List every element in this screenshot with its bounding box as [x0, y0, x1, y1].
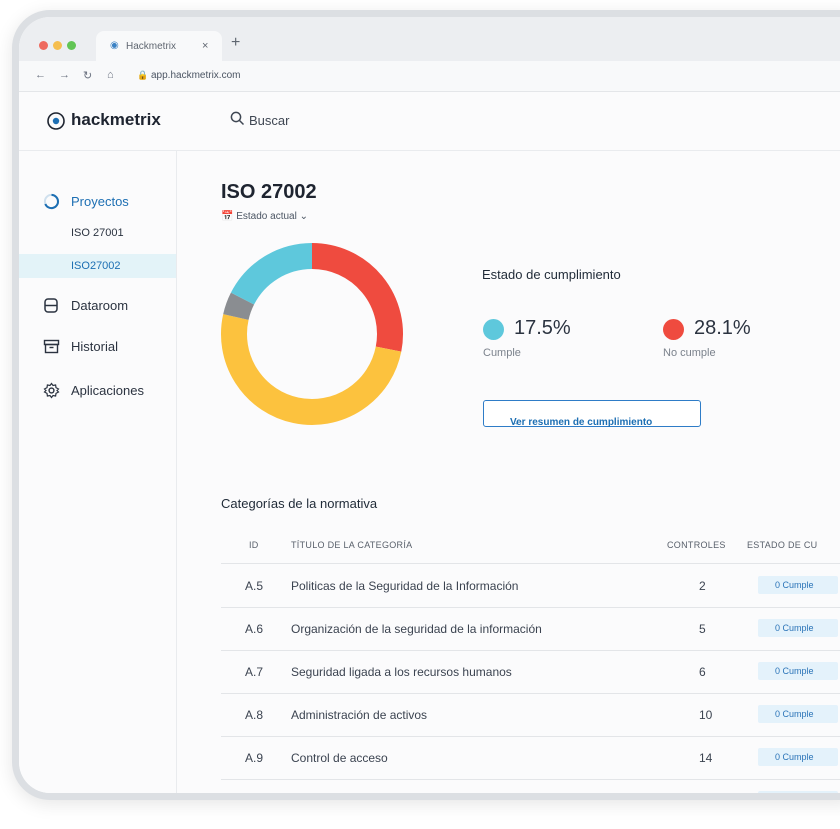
sidebar-item-label: Proyectos	[71, 194, 129, 209]
search-icon[interactable]	[230, 111, 245, 126]
status-badge-label: 0 Cumple	[775, 709, 814, 719]
database-icon	[44, 298, 58, 313]
column-header-title: TÍTULO DE LA CATEGORÍA	[291, 540, 413, 550]
categories-title: Categorías de la normativa	[221, 496, 378, 511]
sidebar-project-iso27002[interactable]: ISO27002	[19, 254, 176, 278]
status-badge: 0 Cumple	[758, 705, 838, 723]
tab-close-icon[interactable]: ×	[202, 40, 208, 52]
state-selector[interactable]: 📅 Estado actual ⌄	[221, 211, 308, 222]
row-id: A.8	[245, 708, 264, 722]
main-content: ISO 27002 📅 Estado actual ⌄ Estado de cu…	[177, 151, 840, 793]
row-id: A.5	[245, 579, 264, 593]
donut-segment-no-cumple	[311, 243, 403, 352]
row-title: Criptografía	[291, 794, 354, 800]
column-header-id: ID	[249, 540, 259, 550]
circle-progress-icon	[43, 193, 60, 210]
table-row[interactable]: A.6 Organización de la seguridad de la in…	[221, 608, 840, 651]
project-label: ISO27002	[71, 260, 121, 272]
state-selector-label: Estado actual	[236, 211, 297, 222]
arrow-right-icon: →	[510, 417, 520, 428]
new-tab-button[interactable]: +	[231, 34, 240, 52]
tab-title: Hackmetrix	[126, 41, 177, 52]
row-id: A.6	[245, 622, 264, 636]
status-badge: 0 Cumple	[758, 748, 838, 766]
back-arrow-icon[interactable]: ←	[35, 69, 46, 81]
status-badge: 0 Cumple	[758, 791, 838, 800]
no-cumple-dot-icon	[663, 319, 684, 340]
row-controls: 6	[699, 665, 706, 679]
sidebar-project-iso27001[interactable]: ISO 27001	[19, 221, 176, 245]
header-divider	[221, 563, 840, 564]
donut-segment-no-aplica	[223, 292, 255, 321]
chevron-down-icon: ⌄	[299, 211, 309, 222]
row-title: Control de acceso	[291, 751, 388, 765]
cumple-dot-icon	[483, 319, 504, 340]
browser-tab-bar: ◉ Hackmetrix × +	[19, 17, 840, 62]
favicon-icon: ◉	[110, 40, 119, 51]
status-badge-label: 0 Cumple	[775, 580, 814, 590]
row-title: Politicas de la Seguridad de la Informac…	[291, 579, 519, 593]
no-cumple-value: 28.1%	[694, 317, 751, 339]
maximize-window-dot[interactable]	[67, 41, 76, 50]
cumple-value: 17.5%	[514, 317, 571, 339]
sidebar-item-label: Dataroom	[71, 298, 129, 313]
table-row[interactable]: A.8 Administración de activos 10 0 Cumple	[221, 694, 840, 737]
row-title: Organización de la seguridad de la infor…	[291, 622, 542, 636]
row-controls: 10	[699, 708, 713, 722]
status-badge: 0 Cumple	[758, 576, 838, 594]
cumple-label: Cumple	[483, 347, 521, 359]
status-badge-label: 0 Cumple	[775, 623, 814, 633]
browser-tab[interactable]: ◉ Hackmetrix ×	[96, 31, 222, 61]
sidebar-item-label: Aplicaciones	[71, 383, 144, 398]
close-window-dot[interactable]	[39, 41, 48, 50]
status-badge-label: 0 Cumple	[775, 752, 814, 762]
status-badge-label: 0 Cumple	[775, 666, 814, 676]
row-controls: 2	[699, 794, 706, 800]
forward-arrow-icon[interactable]: →	[59, 69, 70, 81]
donut-segment-pendiente	[221, 314, 402, 425]
column-header-status: ESTADO DE CU	[747, 540, 818, 550]
summary-button-label: Ver resumen de cumplimiento	[510, 417, 653, 428]
row-controls: 2	[699, 579, 706, 593]
table-row[interactable]: A.10 Criptografía 2 0 Cumple	[221, 780, 840, 800]
row-id: A.9	[245, 751, 264, 765]
project-label: ISO 27001	[71, 227, 124, 239]
table-row[interactable]: A.5 Politicas de la Seguridad de la Infor…	[221, 565, 840, 608]
gear-icon	[43, 382, 60, 399]
archive-box-icon	[43, 339, 60, 354]
row-title: Seguridad ligada a los recursos humanos	[291, 665, 512, 679]
browser-window: ◉ Hackmetrix × + ← → ↻ ⌂ 🔒 app.hackmetri…	[12, 10, 840, 800]
row-id: A.7	[245, 665, 264, 679]
summary-button[interactable]: Ver resumen de cumplimiento →	[483, 400, 701, 428]
compliance-donut-chart	[221, 243, 403, 425]
table-row[interactable]: A.7 Seguridad ligada a los recursos human…	[221, 651, 840, 694]
lock-icon: 🔒	[137, 70, 149, 80]
table-row[interactable]: A.9 Control de acceso 14 0 Cumple	[221, 737, 840, 780]
column-header-controls: CONTROLES	[667, 540, 726, 550]
row-controls: 5	[699, 622, 706, 636]
address-bar: ← → ↻ ⌂ 🔒 app.hackmetrix.com	[19, 61, 840, 92]
home-icon[interactable]: ⌂	[107, 69, 114, 81]
status-badge: 0 Cumple	[758, 619, 838, 637]
row-controls: 14	[699, 751, 713, 765]
sidebar-item-label: Historial	[71, 339, 118, 354]
row-title: Administración de activos	[291, 708, 428, 722]
sidebar: Proyectos ISO 27001 ISO27002 Dataroom Hi…	[19, 151, 177, 793]
page-title: ISO 27002	[221, 181, 317, 203]
reload-icon[interactable]: ↻	[83, 69, 92, 82]
status-badge-label: 0 Cumple	[775, 795, 814, 800]
donut-segment-cumple	[230, 243, 313, 305]
search-input[interactable]: Buscar	[249, 113, 289, 128]
app-logo[interactable]: hackmetrix	[71, 110, 161, 130]
hackmetrix-logo-icon	[47, 112, 65, 130]
no-cumple-label: No cumple	[663, 347, 716, 359]
status-badge: 0 Cumple	[758, 662, 838, 680]
row-id: A.10	[245, 794, 270, 800]
calendar-icon: 📅	[221, 211, 234, 222]
url-field[interactable]: app.hackmetrix.com	[151, 70, 240, 81]
minimize-window-dot[interactable]	[53, 41, 62, 50]
compliance-title: Estado de cumplimiento	[482, 267, 621, 282]
app-header: hackmetrix Buscar	[19, 92, 840, 151]
